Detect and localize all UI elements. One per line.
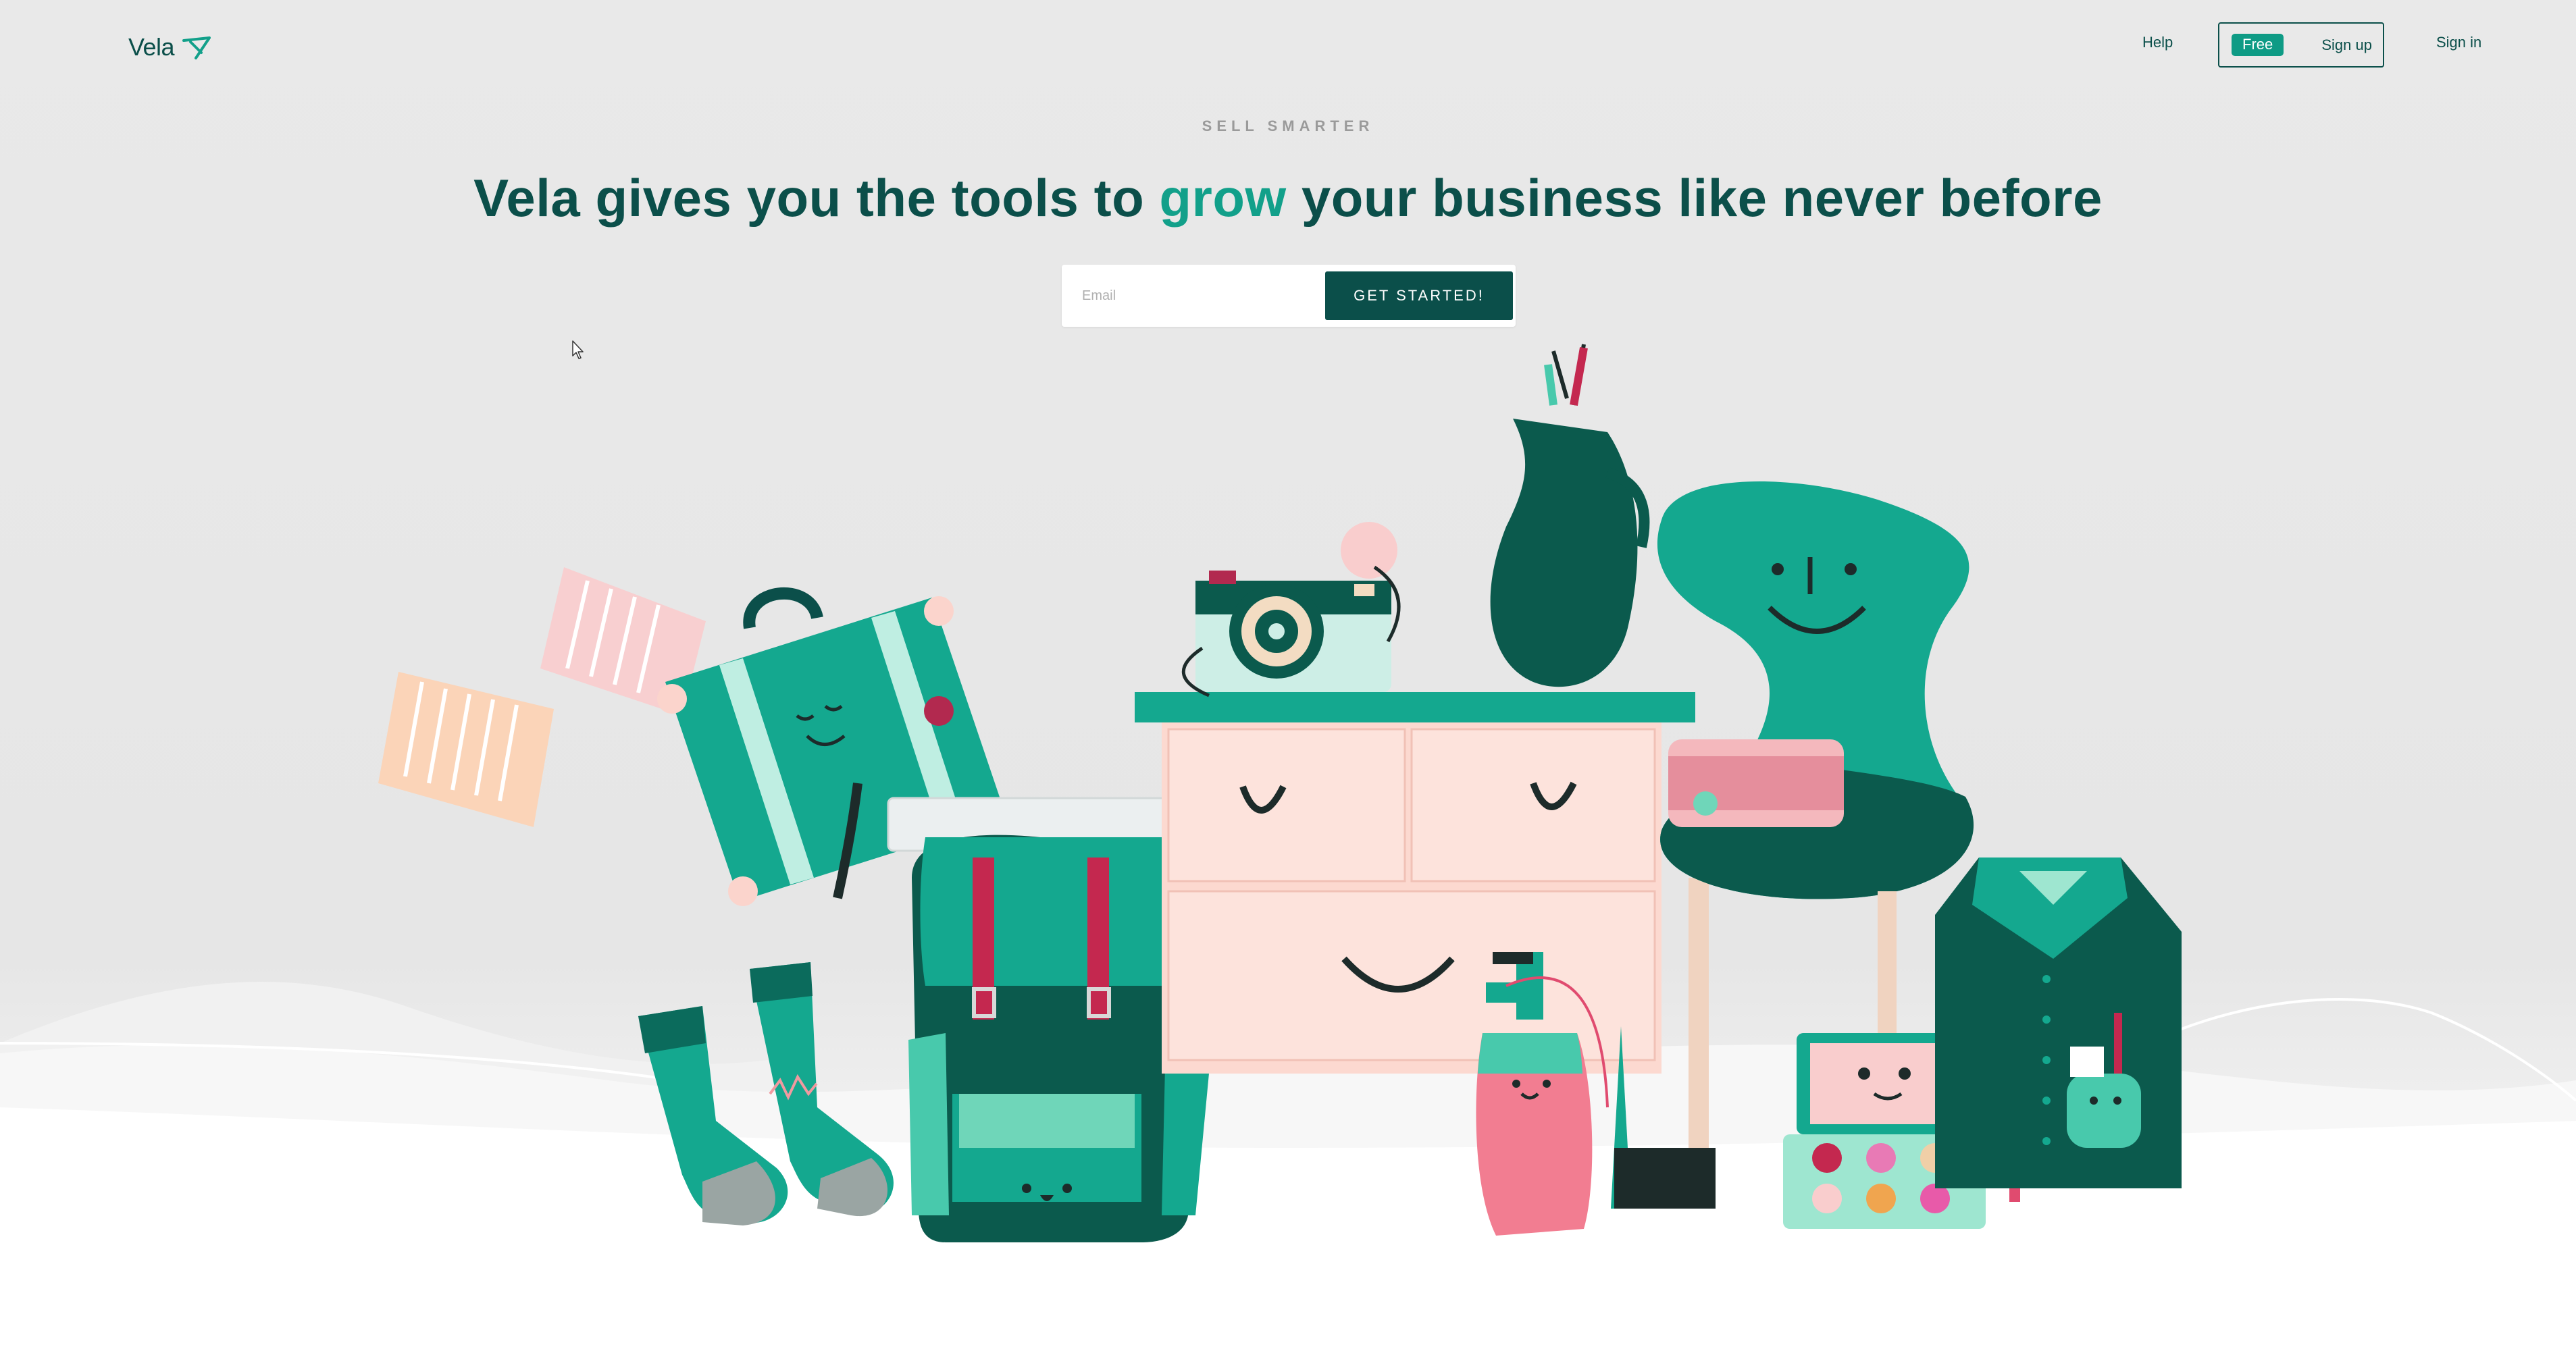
vase: [1490, 344, 1650, 687]
hero-eyebrow: SELL SMARTER: [1202, 117, 1374, 134]
signup-button[interactable]: Free Sign up: [2218, 22, 2384, 68]
shirt: [1935, 858, 2182, 1188]
hero-illustration: [0, 344, 2576, 1372]
vela-logo-icon: [181, 34, 212, 61]
logo-text: Vela: [128, 33, 175, 61]
signup-label: Sign up: [2321, 36, 2372, 53]
camera: [1182, 522, 1401, 697]
get-started-button[interactable]: GET STARTED!: [1325, 271, 1513, 320]
email-signup-form: GET STARTED!: [1062, 265, 1516, 327]
peach-ticket: [378, 672, 554, 827]
email-input[interactable]: [1071, 274, 1301, 317]
headline-accent: grow: [1159, 168, 1287, 228]
headline-text-start: Vela gives you the tools to: [473, 168, 1160, 228]
signin-link[interactable]: Sign in: [2436, 34, 2481, 51]
headline-text-end: your business like never before: [1286, 168, 2103, 228]
hero-headline: Vela gives you the tools to grow your bu…: [0, 167, 2576, 229]
free-badge: Free: [2232, 34, 2284, 56]
vela-logo[interactable]: Vela: [128, 27, 212, 68]
help-link[interactable]: Help: [2142, 34, 2173, 51]
top-navigation: Vela Help Free Sign up Sign in: [0, 0, 2576, 95]
